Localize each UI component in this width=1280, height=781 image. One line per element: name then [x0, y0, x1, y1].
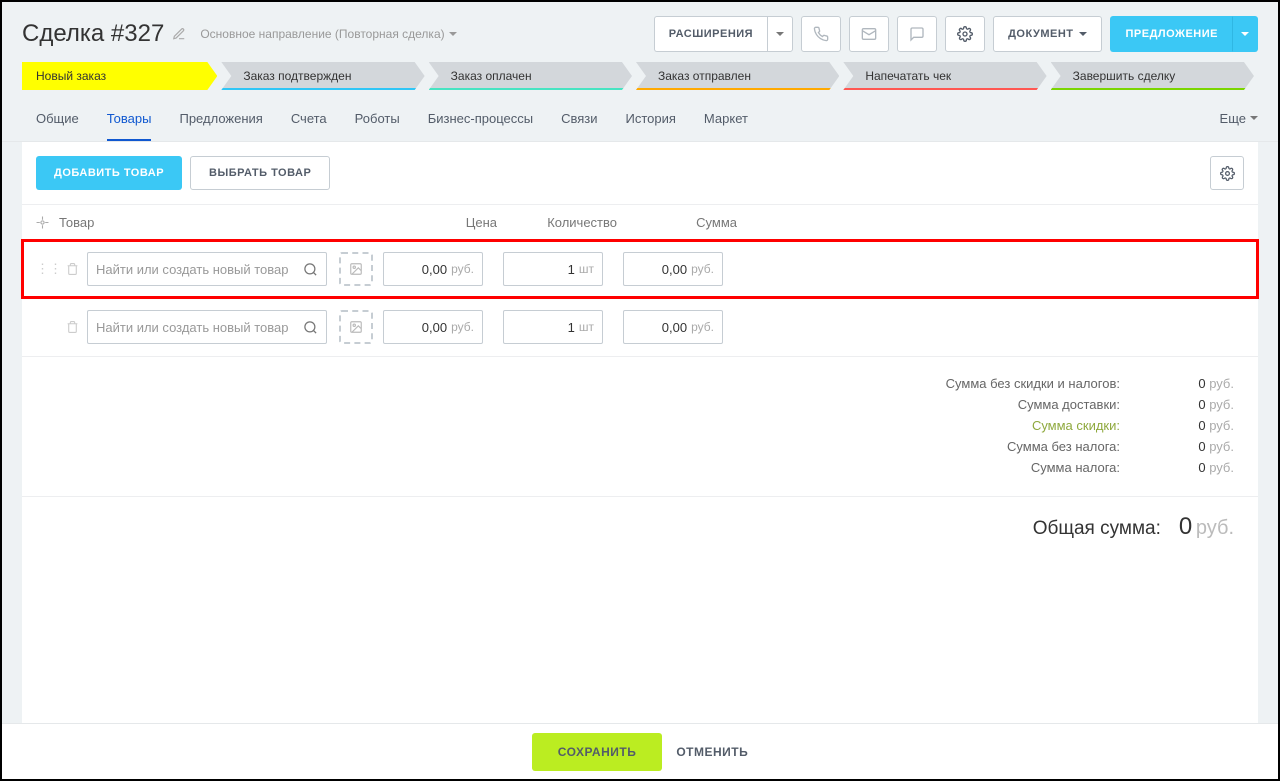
price-input[interactable]: 0,00руб. [383, 310, 483, 344]
tab-links[interactable]: Связи [547, 97, 611, 140]
col-header-qty: Количество [507, 215, 627, 230]
drag-handle-icon[interactable]: ⋮⋮ [36, 261, 62, 277]
tab-invoices[interactable]: Счета [277, 97, 341, 140]
qty-input[interactable]: 1шт [503, 252, 603, 286]
tabs-more[interactable]: Еще [1220, 111, 1258, 126]
mail-button[interactable] [849, 16, 889, 52]
table-settings-button[interactable] [1210, 156, 1244, 190]
qty-input[interactable]: 1шт [503, 310, 603, 344]
stage-paid[interactable]: Заказ оплачен [429, 62, 632, 90]
delete-row-icon[interactable] [66, 320, 79, 334]
tab-history[interactable]: История [612, 97, 690, 140]
col-header-product: Товар [55, 215, 335, 230]
extensions-dropdown[interactable] [767, 16, 793, 52]
col-header-sum: Сумма [627, 215, 747, 230]
edit-title-icon[interactable] [172, 27, 186, 41]
search-icon[interactable] [303, 262, 318, 277]
tab-products[interactable]: Товары [93, 97, 166, 140]
call-button[interactable] [801, 16, 841, 52]
select-product-button[interactable]: ВЫБРАТЬ ТОВАР [190, 156, 330, 190]
delete-row-icon[interactable] [66, 262, 79, 276]
product-image-placeholder[interactable] [339, 310, 373, 344]
product-name-input[interactable] [96, 262, 303, 277]
document-button[interactable]: ДОКУМЕНТ [993, 16, 1102, 52]
product-row: ⋮⋮ 0,00руб. 1шт 0,00руб. [22, 240, 1258, 298]
search-icon[interactable] [303, 320, 318, 335]
deal-title: Сделка #327 [22, 20, 164, 48]
subtotal-label: Сумма без скидки и налогов: [946, 376, 1120, 391]
grand-total-label: Общая сумма: [1033, 518, 1161, 540]
price-input[interactable]: 0,00руб. [383, 252, 483, 286]
tax-label: Сумма налога: [1031, 460, 1120, 475]
product-row: ⋮⋮ 0,00руб. 1шт 0,00руб. [22, 298, 1258, 356]
settings-button[interactable] [945, 16, 985, 52]
product-image-placeholder[interactable] [339, 252, 373, 286]
add-product-button[interactable]: ДОБАВИТЬ ТОВАР [36, 156, 182, 190]
chat-button[interactable] [897, 16, 937, 52]
tab-general[interactable]: Общие [22, 97, 93, 140]
stage-confirmed[interactable]: Заказ подтвержден [221, 62, 424, 90]
save-button[interactable]: СОХРАНИТЬ [532, 733, 663, 771]
extensions-button[interactable]: РАСШИРЕНИЯ [654, 16, 767, 52]
chevron-down-icon [1250, 116, 1258, 121]
product-name-input[interactable] [96, 320, 303, 335]
column-settings-icon[interactable] [36, 216, 49, 229]
col-header-price: Цена [387, 215, 507, 230]
cancel-button[interactable]: ОТМЕНИТЬ [676, 745, 748, 759]
tab-proposals[interactable]: Предложения [165, 97, 276, 140]
sum-input[interactable]: 0,00руб. [623, 252, 723, 286]
stage-new-order[interactable]: Новый заказ [22, 62, 217, 90]
shipping-label: Сумма доставки: [1018, 397, 1120, 412]
discount-label[interactable]: Сумма скидки: [1032, 418, 1120, 433]
deal-direction[interactable]: Основное направление (Повторная сделка) [200, 27, 444, 41]
tab-robots[interactable]: Роботы [341, 97, 414, 140]
tab-market[interactable]: Маркет [690, 97, 762, 140]
proposal-button[interactable]: ПРЕДЛОЖЕНИЕ [1110, 16, 1232, 52]
stage-complete[interactable]: Завершить сделку [1051, 62, 1254, 90]
stage-shipped[interactable]: Заказ отправлен [636, 62, 839, 90]
tab-processes[interactable]: Бизнес-процессы [414, 97, 547, 140]
proposal-dropdown[interactable] [1232, 16, 1258, 52]
stage-receipt[interactable]: Напечатать чек [843, 62, 1046, 90]
pretax-label: Сумма без налога: [1007, 439, 1120, 454]
chevron-down-icon[interactable] [449, 32, 457, 37]
sum-input[interactable]: 0,00руб. [623, 310, 723, 344]
